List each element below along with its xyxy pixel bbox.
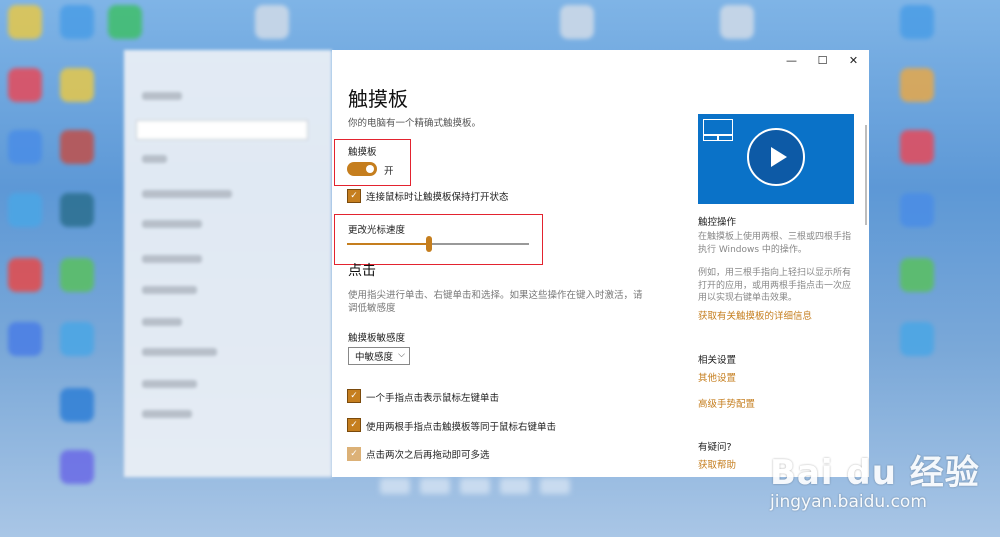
page-subtitle: 你的电脑有一个精确式触摸板。 bbox=[348, 118, 482, 129]
settings-sidebar bbox=[124, 50, 332, 477]
desktop-icon bbox=[900, 258, 934, 292]
desktop-icon bbox=[900, 130, 934, 164]
related-settings-heading: 相关设置 bbox=[698, 355, 737, 366]
touchpad-label: 触摸板 bbox=[348, 147, 377, 158]
title-bar: — ☐ ✕ bbox=[776, 50, 869, 70]
desktop-icon bbox=[60, 322, 94, 356]
desktop-icon bbox=[255, 5, 289, 39]
double-tap-drag-label: 点击两次之后再拖动即可多选 bbox=[366, 450, 490, 461]
close-button[interactable]: ✕ bbox=[838, 50, 869, 70]
cursor-speed-fill bbox=[347, 243, 429, 245]
page-title: 触摸板 bbox=[348, 87, 408, 111]
desktop-icon bbox=[60, 68, 94, 102]
desktop-icon bbox=[560, 5, 594, 39]
cursor-speed-thumb[interactable] bbox=[425, 236, 432, 252]
maximize-button[interactable]: ☐ bbox=[807, 50, 838, 70]
double-tap-drag-checkbox[interactable]: ✓ bbox=[347, 447, 361, 461]
touchpad-settings-window: — ☐ ✕ 触摸板 你的电脑有一个精确式触摸板。 触摸板 开 ✓ 连接鼠标时让触… bbox=[332, 50, 869, 477]
desktop-icon bbox=[900, 5, 934, 39]
sensitivity-value: 中敏感度 bbox=[355, 352, 394, 363]
get-help-link[interactable]: 获取帮助 bbox=[698, 457, 736, 471]
question-heading: 有疑问? bbox=[698, 442, 732, 453]
sidebar-row bbox=[142, 318, 182, 326]
two-finger-tap-checkbox[interactable]: ✓ bbox=[347, 418, 361, 432]
taskbar-blur bbox=[380, 478, 610, 500]
watermark-logo: Bai du 经验 bbox=[770, 453, 980, 493]
sidebar-row bbox=[142, 190, 232, 198]
desktop-icon bbox=[8, 258, 42, 292]
gesture-text-1: 在触摸板上使用两根、三根或四根手指执行 Windows 中的操作。 bbox=[698, 232, 852, 255]
desktop-icon bbox=[900, 68, 934, 102]
scrollbar[interactable] bbox=[865, 125, 867, 225]
keep-on-label: 连接鼠标时让触摸板保持打开状态 bbox=[366, 192, 509, 203]
desktop-icon bbox=[60, 450, 94, 484]
desktop-icon bbox=[720, 5, 754, 39]
desktop-icon bbox=[60, 388, 94, 422]
keep-on-checkbox[interactable]: ✓ bbox=[347, 189, 361, 203]
taps-description: 使用指尖进行单击、右键单击和选择。如果这些操作在键入时激活，请调低敏感度 bbox=[348, 290, 643, 314]
toggle-state-label: 开 bbox=[384, 166, 394, 177]
desktop-icon bbox=[60, 258, 94, 292]
desktop-icon bbox=[900, 193, 934, 227]
baidu-watermark: Bai du 经验 jingyan.baidu.com bbox=[770, 445, 990, 525]
desktop-icon bbox=[8, 322, 42, 356]
chevron-down-icon: ⌵ bbox=[398, 350, 405, 360]
desktop-icon bbox=[8, 5, 42, 39]
desktop-icon bbox=[60, 193, 94, 227]
gesture-info-link[interactable]: 获取有关触摸板的详细信息 bbox=[698, 308, 812, 322]
gesture-heading: 触控操作 bbox=[698, 217, 737, 228]
desktop-icon bbox=[108, 5, 142, 39]
taps-heading: 点击 bbox=[348, 263, 376, 279]
sidebar-search bbox=[136, 120, 308, 140]
desktop-icon bbox=[900, 322, 934, 356]
sidebar-row bbox=[142, 92, 182, 100]
sidebar-row bbox=[142, 155, 167, 163]
sensitivity-dropdown[interactable]: 中敏感度 ⌵ bbox=[348, 347, 410, 365]
sidebar-row bbox=[142, 410, 192, 418]
desktop-icon bbox=[60, 5, 94, 39]
sidebar-row bbox=[142, 348, 217, 356]
minimize-button[interactable]: — bbox=[776, 50, 807, 70]
sidebar-row bbox=[142, 220, 202, 228]
one-finger-tap-label: 一个手指点击表示鼠标左键单击 bbox=[366, 393, 500, 404]
gesture-video[interactable] bbox=[698, 114, 854, 204]
advanced-gesture-link[interactable]: 高级手势配置 bbox=[698, 396, 755, 410]
gesture-text-2: 例如，用三根手指向上轻扫以显示所有打开的应用，或用两根手指点击一次应用以实现右键… bbox=[698, 268, 852, 303]
one-finger-tap-checkbox[interactable]: ✓ bbox=[347, 389, 361, 403]
sensitivity-label: 触摸板敏感度 bbox=[348, 333, 406, 344]
cursor-speed-label: 更改光标速度 bbox=[348, 225, 406, 236]
two-finger-tap-label: 使用两根手指点击触摸板等同于鼠标右键单击 bbox=[366, 422, 557, 433]
touchpad-icon-divider bbox=[717, 134, 719, 141]
sidebar-row bbox=[142, 286, 197, 294]
toggle-knob bbox=[366, 165, 374, 173]
desktop-icon bbox=[8, 193, 42, 227]
sidebar-row bbox=[142, 380, 197, 388]
desktop-icon bbox=[60, 130, 94, 164]
sidebar-row bbox=[142, 255, 202, 263]
desktop-icon bbox=[8, 68, 42, 102]
play-button-icon[interactable] bbox=[747, 128, 805, 186]
watermark-url: jingyan.baidu.com bbox=[770, 492, 927, 512]
other-settings-link[interactable]: 其他设置 bbox=[698, 370, 736, 384]
desktop-icon bbox=[8, 130, 42, 164]
touchpad-toggle[interactable] bbox=[347, 162, 377, 176]
